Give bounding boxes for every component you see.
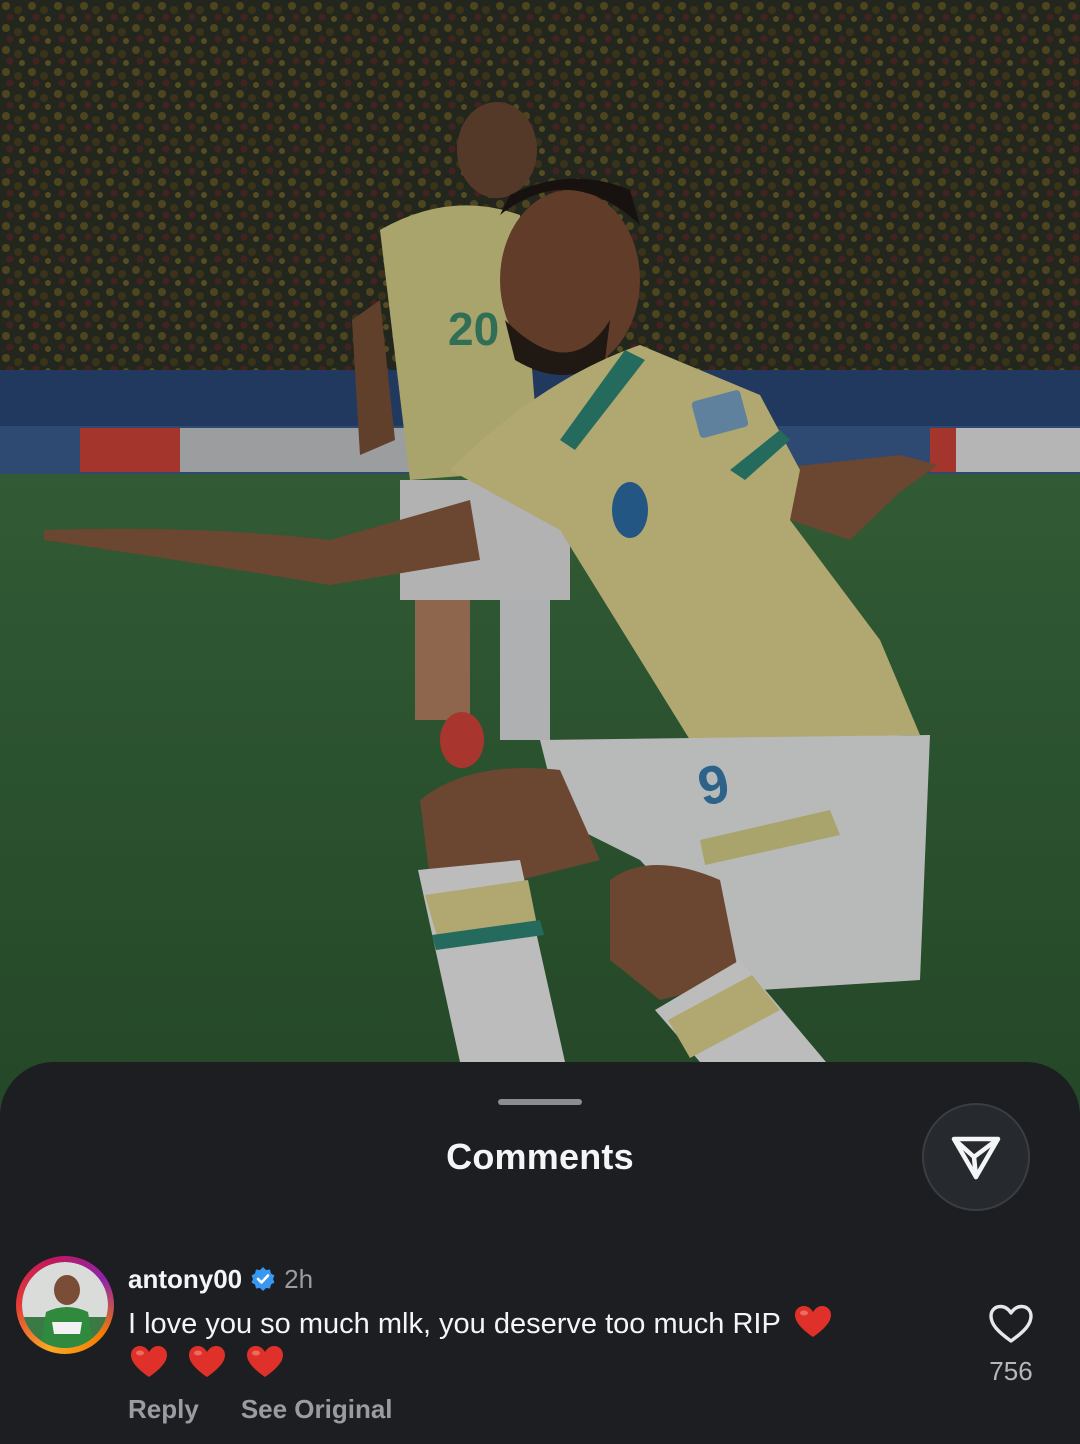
post-photo: 20 9 bbox=[0, 0, 1080, 1120]
comment-username[interactable]: antony00 bbox=[128, 1264, 242, 1295]
comment-timestamp: 2h bbox=[284, 1263, 314, 1294]
heart-outline-icon[interactable] bbox=[988, 1304, 1034, 1344]
heart-emoji bbox=[189, 1346, 226, 1377]
sheet-drag-handle[interactable] bbox=[498, 1099, 582, 1105]
avatar[interactable] bbox=[22, 1262, 108, 1348]
reply-button[interactable]: Reply bbox=[128, 1394, 199, 1425]
share-button[interactable] bbox=[922, 1103, 1030, 1211]
comment-text: I love you so much mlk, you deserve too … bbox=[128, 1308, 781, 1340]
heart-emoji bbox=[247, 1346, 284, 1377]
comment-header: antony00 2h bbox=[128, 1262, 313, 1296]
sheet-title: Comments bbox=[446, 1136, 634, 1177]
heart-emoji bbox=[131, 1346, 167, 1377]
avatar-story-ring[interactable] bbox=[16, 1256, 114, 1354]
verified-badge-icon bbox=[251, 1267, 275, 1291]
avatar-image bbox=[22, 1262, 108, 1348]
photo-dim-overlay bbox=[0, 0, 1080, 1120]
like-count: 756 bbox=[989, 1356, 1033, 1386]
comment-body: I love you so much mlk, you deserve too … bbox=[128, 1304, 928, 1384]
comments-sheet: Comments antony00 2h I love you so much … bbox=[0, 1062, 1080, 1444]
see-original-button[interactable]: See Original bbox=[241, 1394, 393, 1425]
comment-actions: Reply See Original bbox=[128, 1394, 393, 1425]
heart-emoji bbox=[795, 1306, 832, 1337]
comment-item: antony00 2h I love you so much mlk, you … bbox=[0, 1252, 1080, 1442]
send-paper-plane-icon bbox=[951, 1136, 1001, 1180]
